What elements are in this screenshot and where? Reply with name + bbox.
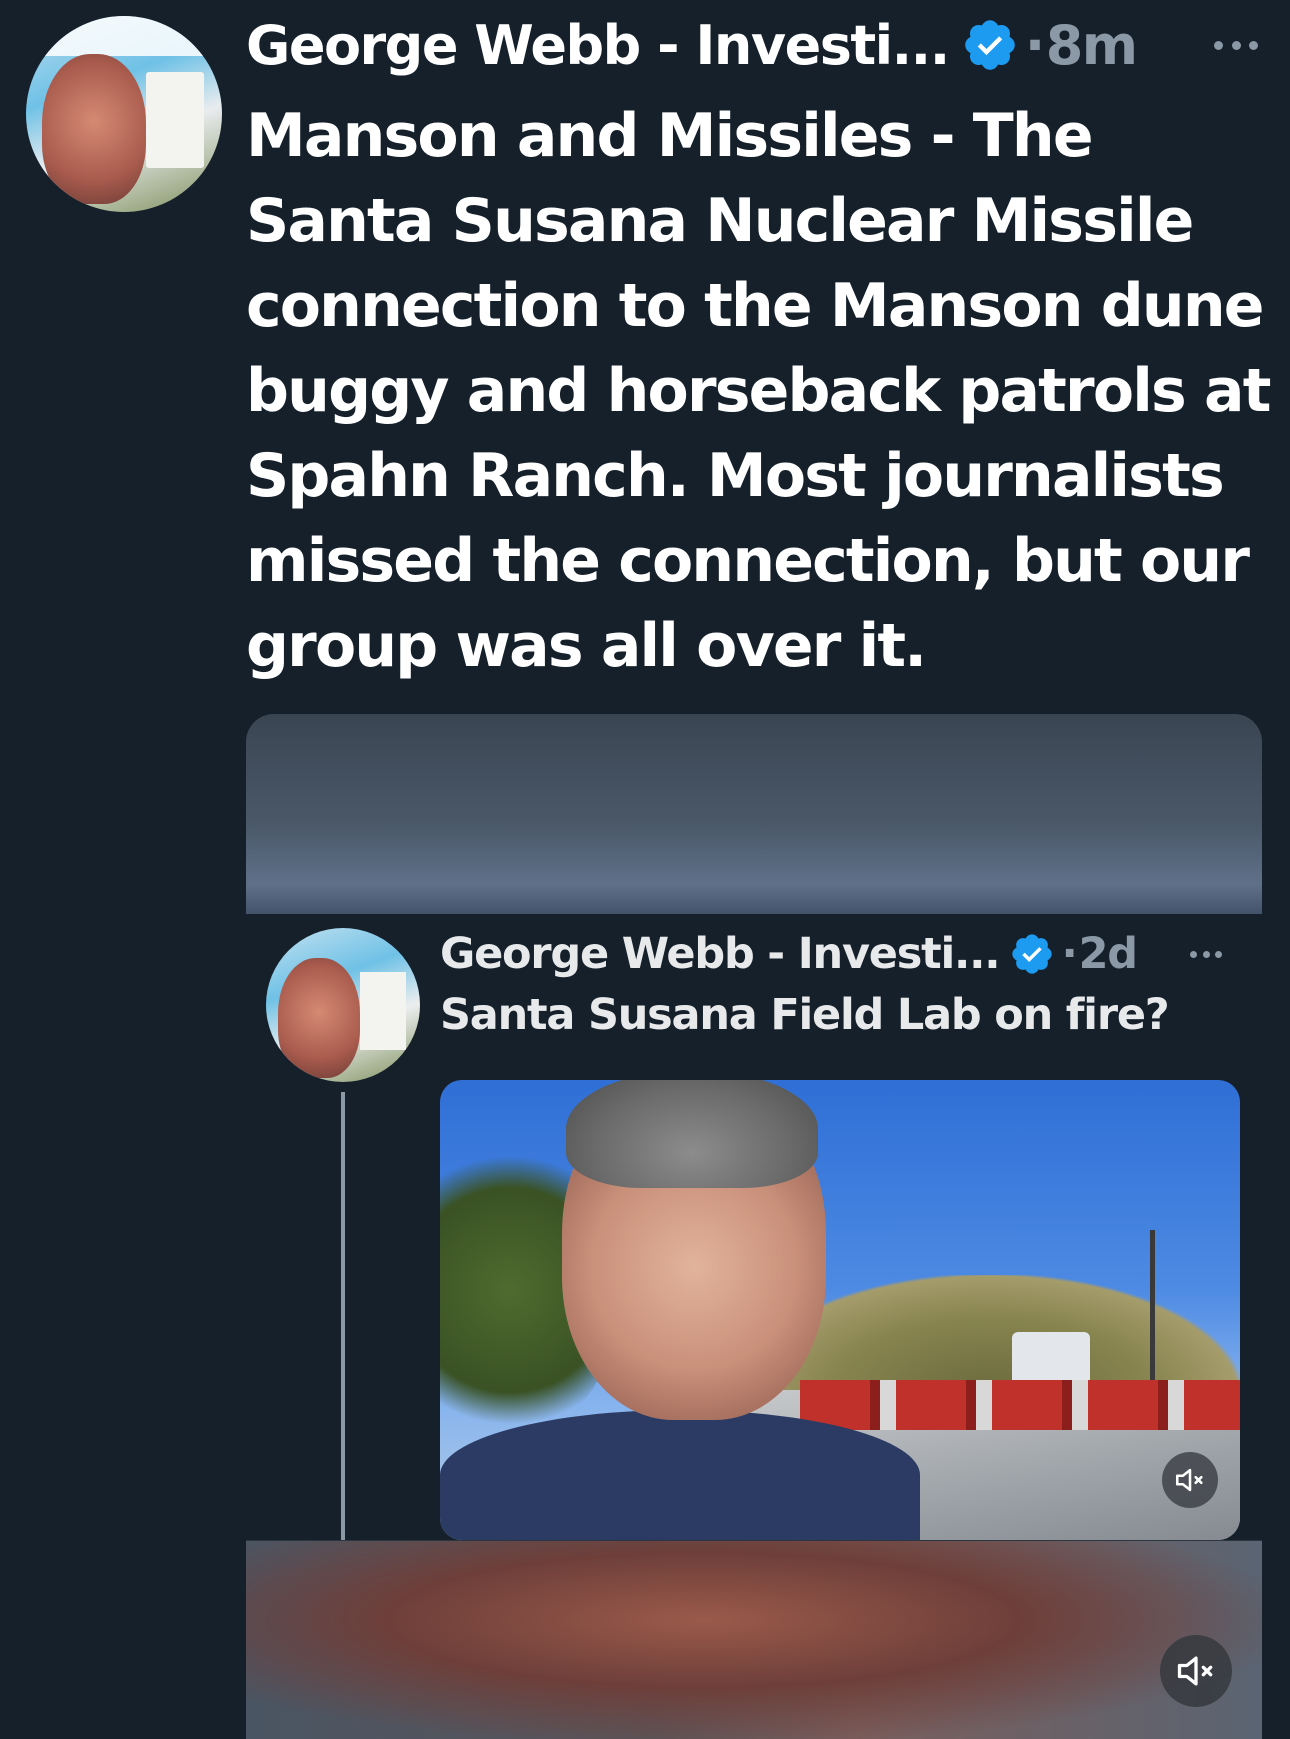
embedded-post-header: George Webb - Investi... · 2d — [440, 924, 1246, 984]
timestamp[interactable]: 8m — [1046, 14, 1138, 77]
video-blur-top — [246, 714, 1262, 914]
embedded-post-text: Santa Susana Field Lab on fire? — [440, 990, 1170, 1040]
author-name[interactable]: George Webb - Investi... — [246, 14, 950, 77]
embedded-timestamp: 2d — [1078, 929, 1139, 979]
embedded-author-name: George Webb - Investi... — [440, 929, 1001, 979]
tweet-header: George Webb - Investi... · 8m — [246, 8, 1266, 82]
embedded-video-thumbnail — [440, 1080, 1240, 1540]
embedded-author-avatar — [266, 928, 420, 1082]
embedded-post-screenshot: George Webb - Investi... · 2d Santa Susa… — [246, 914, 1262, 1540]
embedded-volume-muted-icon — [1162, 1452, 1218, 1508]
thread-line — [341, 1092, 345, 1540]
embedded-separator-dot: · — [1061, 929, 1077, 979]
embedded-more-options-icon — [1190, 947, 1222, 961]
video-blur-bottom — [246, 1541, 1262, 1739]
verified-badge-icon — [964, 20, 1015, 70]
more-options-icon[interactable] — [1214, 38, 1258, 52]
author-avatar[interactable] — [26, 16, 222, 212]
separator-dot: · — [1024, 13, 1046, 77]
volume-muted-icon[interactable] — [1160, 1635, 1232, 1707]
tweet-text: Manson and Missiles - The Santa Susana N… — [246, 101, 1271, 681]
embedded-verified-badge-icon — [1012, 934, 1053, 974]
video-media[interactable]: George Webb - Investi... · 2d Santa Susa… — [246, 714, 1262, 1739]
